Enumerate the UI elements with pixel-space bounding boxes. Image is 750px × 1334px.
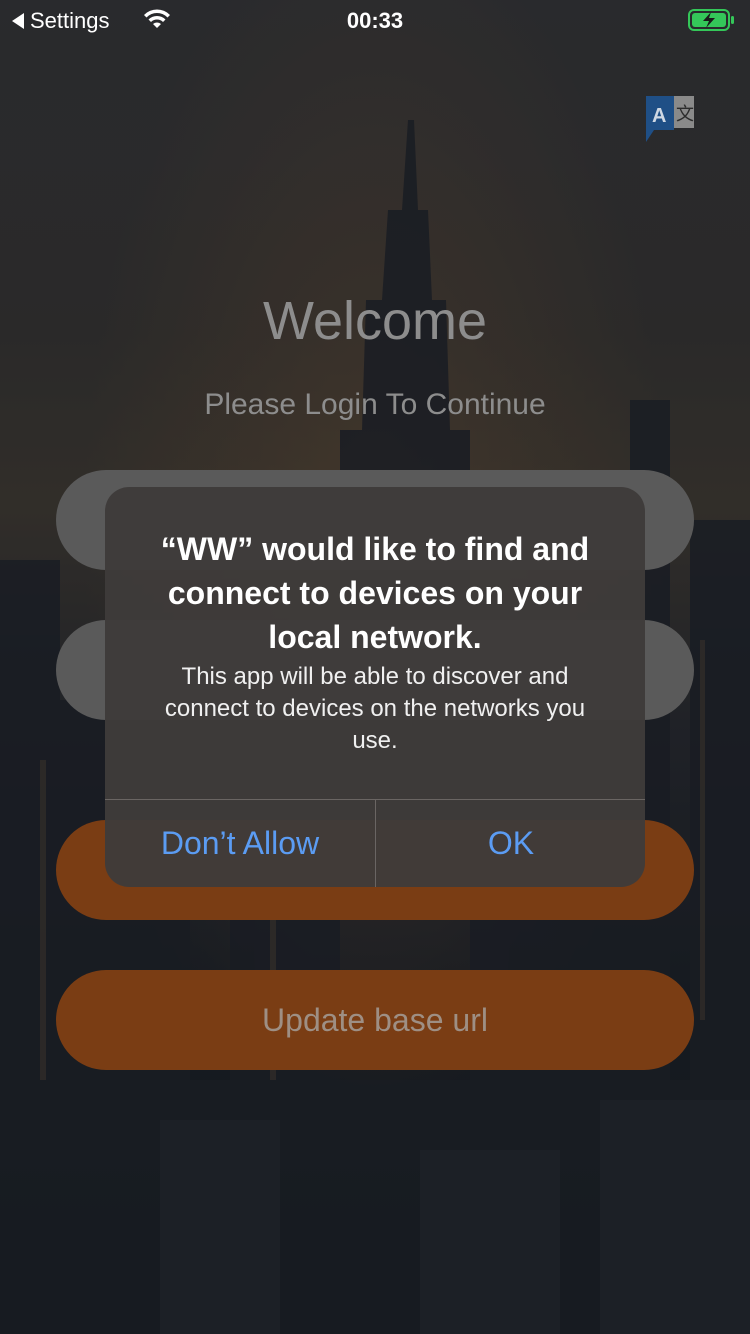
local-network-permission-alert: “WW” would like to find and connect to d… (105, 487, 645, 887)
alert-title: “WW” would like to find and connect to d… (160, 531, 590, 655)
translate-icon[interactable]: A 文 (644, 94, 696, 146)
svg-text:文: 文 (676, 104, 694, 125)
status-bar: Settings 00:33 (0, 0, 750, 40)
update-base-url-button[interactable]: Update base url (56, 970, 694, 1070)
page-title: Welcome (262, 291, 488, 351)
battery-icon (688, 9, 734, 31)
login-screen: Settings 00:33 A 文 Welcome Please Login … (0, 0, 750, 1334)
svg-text:A: A (652, 105, 666, 127)
status-time: 00:33 (346, 8, 404, 33)
page-subtitle: Please Login To Continue (204, 388, 546, 421)
update-base-url-label: Update base url (262, 1001, 488, 1038)
ok-button[interactable]: OK (376, 800, 645, 887)
alert-message: This app will be able to discover and co… (164, 663, 586, 754)
dont-allow-button[interactable]: Don’t Allow (105, 800, 375, 887)
